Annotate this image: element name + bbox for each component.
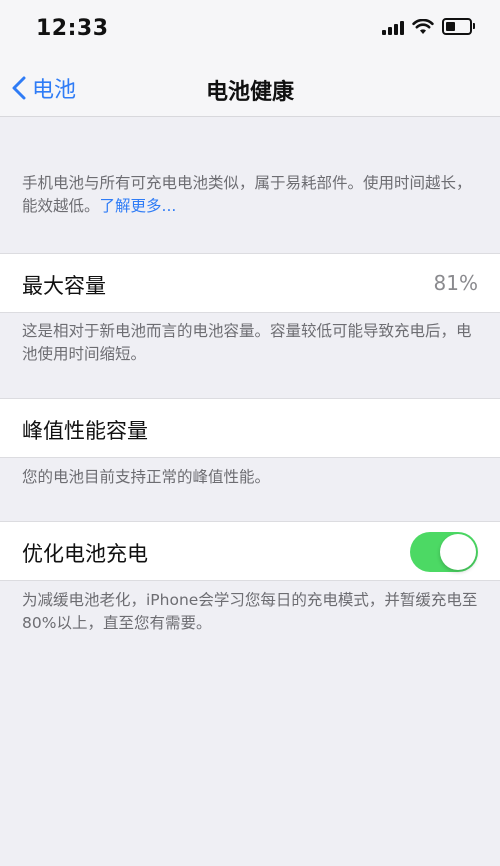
wifi-icon xyxy=(412,18,434,34)
back-button[interactable]: 电池 xyxy=(12,72,76,104)
back-button-label: 电池 xyxy=(32,78,77,103)
peak-performance-cell: 峰值性能容量 xyxy=(0,398,500,458)
status-icons xyxy=(382,18,475,35)
status-bar: 12:33 xyxy=(0,0,500,60)
intro-text: 手机电池与所有可充电电池类似，属于易耗部件。使用时间越长，能效越低。 xyxy=(22,174,472,215)
optimized-charging-cell: 优化电池充电 xyxy=(0,521,500,581)
optimized-charging-label: 优化电池充电 xyxy=(22,542,148,566)
max-capacity-cell: 最大容量 81% xyxy=(0,253,500,313)
intro-description: 手机电池与所有可充电电池类似，属于易耗部件。使用时间越长，能效越低。了解更多..… xyxy=(22,172,478,218)
max-capacity-footer: 这是相对于新电池而言的电池容量。容量较低可能导致充电后，电池使用时间缩短。 xyxy=(22,322,472,363)
optimized-charging-toggle[interactable] xyxy=(410,532,478,572)
status-time: 12:33 xyxy=(36,16,109,41)
peak-performance-footer: 您的电池目前支持正常的峰值性能。 xyxy=(22,468,271,486)
battery-icon xyxy=(442,18,475,35)
max-capacity-label: 最大容量 xyxy=(22,274,106,298)
peak-performance-label: 峰值性能容量 xyxy=(22,419,148,443)
navigation-bar: 电池健康 电池 xyxy=(0,60,500,117)
toggle-knob xyxy=(440,534,476,570)
max-capacity-value: 81% xyxy=(433,271,478,295)
optimized-charging-footer: 为减缓电池老化，iPhone会学习您每日的充电模式，并暂缓充电至80%以上，直至… xyxy=(22,591,478,632)
chevron-left-icon xyxy=(12,76,26,100)
learn-more-link[interactable]: 了解更多... xyxy=(100,197,177,215)
cellular-signal-icon xyxy=(382,19,404,35)
